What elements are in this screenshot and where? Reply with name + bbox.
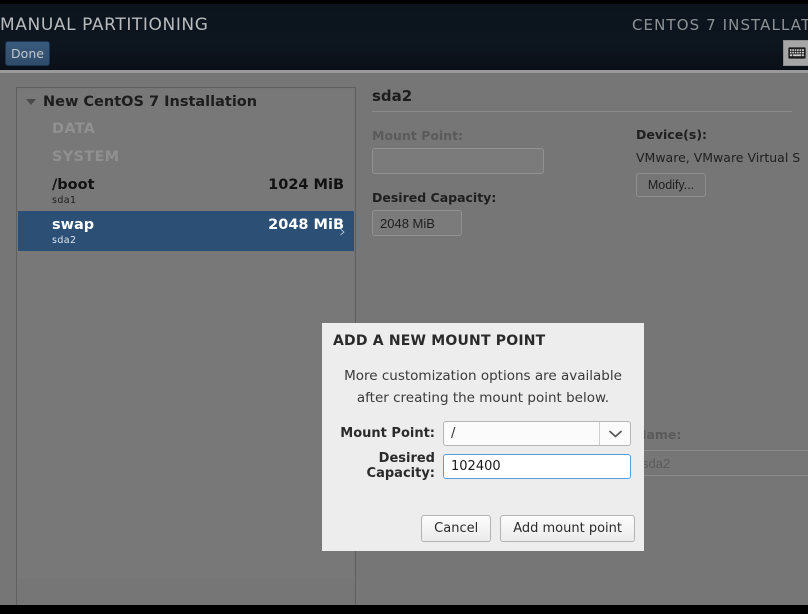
chevron-right-icon: ›: [339, 222, 346, 242]
partition-panel: New CentOS 7 Installation DATA SYSTEM /b…: [16, 87, 356, 614]
devices-section: Device(s): VMware, VMware Virtual S Modi…: [636, 127, 808, 197]
partition-list[interactable]: New CentOS 7 Installation DATA SYSTEM /b…: [18, 89, 354, 579]
section-label-system: SYSTEM: [52, 149, 120, 165]
partition-size: 1024 MiB: [268, 176, 344, 193]
detail-divider: [372, 111, 792, 112]
partition-name: /boot: [52, 176, 95, 193]
partition-device: sda2: [52, 234, 77, 246]
dialog-button-bar: Cancel Add mount point: [421, 515, 635, 542]
name-input[interactable]: [636, 450, 808, 476]
add-mount-point-dialog: ADD A NEW MOUNT POINT More customization…: [322, 323, 644, 551]
partition-group-label: New CentOS 7 Installation: [43, 94, 258, 110]
window-header: MANUAL PARTITIONING CENTOS 7 INSTALLATIO…: [0, 4, 808, 70]
dialog-title: ADD A NEW MOUNT POINT: [333, 333, 546, 349]
partition-name: swap: [52, 216, 95, 233]
dialog-subtitle-line2: after creating the mount point below.: [356, 390, 610, 406]
partition-group-header[interactable]: New CentOS 7 Installation: [18, 89, 354, 115]
partition-row-swap[interactable]: swap 2048 MiB sda2 ›: [18, 211, 354, 251]
dialog-capacity-row: Desired Capacity:: [322, 451, 644, 481]
name-label: Name:: [636, 427, 682, 442]
chevron-down-icon[interactable]: [599, 422, 630, 445]
section-label-data: DATA: [52, 121, 96, 137]
partition-device: sda1: [52, 194, 77, 206]
devices-value: VMware, VMware Virtual S: [636, 150, 801, 165]
keyboard-icon: [788, 47, 806, 59]
product-title: CENTOS 7 INSTALLATION: [631, 16, 808, 34]
partition-size: 2048 MiB: [268, 216, 344, 233]
page-title: MANUAL PARTITIONING: [0, 15, 209, 35]
dialog-capacity-label: Desired Capacity:: [366, 451, 435, 481]
add-mount-point-button[interactable]: Add mount point: [500, 515, 635, 542]
partition-row-boot[interactable]: /boot 1024 MiB sda1: [18, 171, 354, 211]
detail-capacity-input[interactable]: [372, 210, 462, 236]
devices-label: Device(s):: [636, 127, 708, 142]
done-button[interactable]: Done: [5, 41, 50, 66]
dialog-subtitle: More customization options are available…: [322, 365, 644, 409]
keyboard-layout-button[interactable]: [783, 40, 808, 66]
installer-screen: MANUAL PARTITIONING CENTOS 7 INSTALLATIO…: [0, 0, 808, 614]
expand-triangle-icon[interactable]: [26, 99, 36, 105]
name-section: Name:: [636, 427, 808, 476]
dialog-mount-point-value: /: [451, 426, 456, 441]
dialog-mount-point-select[interactable]: /: [443, 421, 631, 446]
modify-devices-button[interactable]: Modify...: [636, 173, 706, 197]
dialog-capacity-input[interactable]: [443, 453, 631, 479]
detail-mount-point-input[interactable]: [372, 148, 544, 174]
detail-title: sda2: [372, 87, 413, 105]
dialog-subtitle-line1: More customization options are available: [344, 368, 622, 384]
bottom-black-strip: [0, 605, 808, 614]
content-area: New CentOS 7 Installation DATA SYSTEM /b…: [0, 73, 808, 614]
dialog-mount-point-row: Mount Point: /: [322, 421, 644, 446]
dialog-mount-point-label: Mount Point:: [340, 426, 435, 441]
cancel-button[interactable]: Cancel: [421, 515, 492, 542]
